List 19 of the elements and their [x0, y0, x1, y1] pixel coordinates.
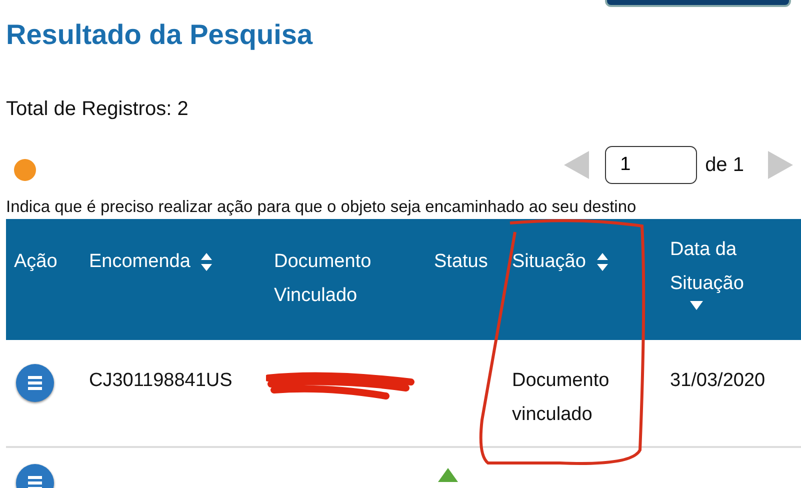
table-cell-text: CJ301198841US [88, 369, 232, 394]
page-count: de 1 [705, 152, 744, 178]
table-cell-text: Documento vinculado [511, 369, 610, 428]
column-header: Ação [14, 250, 58, 274]
action-button[interactable] [16, 364, 54, 402]
sort-icon[interactable] [596, 252, 609, 272]
column-header: Status [434, 250, 488, 274]
sort-icon[interactable] [200, 252, 214, 272]
column-header[interactable]: Situação [512, 245, 586, 280]
page-field[interactable]: 1 [605, 146, 698, 184]
sort-descending-icon[interactable] [690, 301, 703, 310]
list-icon [28, 375, 42, 392]
table-cell-text: 31/03/2020 [669, 369, 766, 394]
list-icon [28, 475, 42, 488]
column-header[interactable]: Encomenda [89, 245, 190, 280]
column-header: Documento Vinculado [274, 250, 372, 308]
legend-text: Indica que é preciso realizar ação para que o objeto seja encaminhado ao seu destino [6, 196, 638, 218]
record-count: Total de Registros: 2 [6, 96, 190, 122]
page-title: Resultado da Pesquisa [6, 18, 314, 52]
